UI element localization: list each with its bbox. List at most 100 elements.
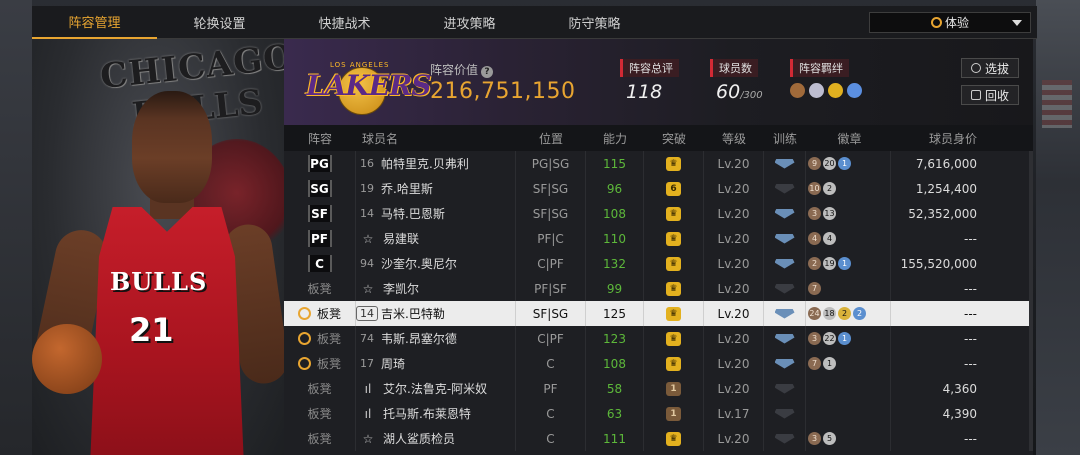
lineup-slot[interactable]: 板凳 — [284, 376, 356, 401]
player-name-cell[interactable]: ☆ 李凯尔 — [356, 276, 516, 301]
player-name-cell[interactable]: ıl 托马斯.布莱恩特 — [356, 401, 516, 426]
training-cell[interactable] — [764, 251, 806, 276]
table-row[interactable]: C 94 沙奎尔.奥尼尔 C|PF 132 ♛ Lv.20 2 19 1 155,5… — [284, 251, 1033, 276]
table-row[interactable]: 板凳 14 吉米.巴特勒 SF|SG 125 ♛ Lv.20 24 18 2 2 --… — [284, 301, 1033, 326]
training-cell[interactable] — [764, 426, 806, 451]
tab-quick-tactics[interactable]: 快捷战术 — [282, 6, 407, 39]
breakthrough-cell[interactable]: ♛ — [644, 301, 704, 326]
breakthrough-cell[interactable]: ♛ — [644, 351, 704, 376]
training-cell[interactable] — [764, 201, 806, 226]
player-name-cell[interactable]: ☆ 湖人鲨质检员 — [356, 426, 516, 451]
badges-cell[interactable]: 3 13 — [806, 201, 891, 226]
breakthrough-cell[interactable]: ♛ — [644, 326, 704, 351]
col-position[interactable]: 位置 — [516, 125, 586, 151]
chemistry-blue-icon[interactable] — [847, 83, 862, 98]
breakthrough-cell[interactable]: ♛ — [644, 251, 704, 276]
badges-cell[interactable] — [806, 401, 891, 426]
lineup-slot[interactable]: 板凳 — [284, 326, 356, 351]
training-cell[interactable] — [764, 301, 806, 326]
badges-cell[interactable]: 10 2 — [806, 176, 891, 201]
table-scrollbar[interactable] — [1029, 151, 1033, 451]
col-name[interactable]: 球员名 — [356, 125, 516, 151]
col-lineup[interactable]: 阵容 — [284, 125, 356, 151]
training-cell[interactable] — [764, 226, 806, 251]
badge-icon: 2 — [838, 307, 851, 320]
breakthrough-cell[interactable]: 1 — [644, 376, 704, 401]
player-name-cell[interactable]: 74 韦斯.昂塞尔德 — [356, 326, 516, 351]
badges-cell[interactable]: 35 — [806, 426, 891, 451]
player-price: --- — [964, 331, 977, 346]
lineup-slot[interactable]: 板凳 — [284, 426, 356, 451]
table-row[interactable]: 板凳 ☆ 李凯尔 PF|SF 99 ♛ Lv.20 7 --- — [284, 276, 1033, 301]
breakthrough-cell[interactable]: ♛ — [644, 151, 704, 176]
tab-rotation-settings[interactable]: 轮换设置 — [157, 6, 282, 39]
lineup-slot[interactable]: PG — [284, 151, 356, 176]
player-name-cell[interactable]: 14 吉米.巴特勒 — [356, 301, 516, 326]
help-icon[interactable]: ? — [481, 66, 494, 78]
crown-icon: 6 — [666, 181, 681, 196]
chevron-down-icon — [1012, 20, 1022, 26]
col-badges[interactable]: 徽章 — [806, 125, 891, 151]
badges-cell[interactable]: 9 20 1 — [806, 151, 891, 176]
table-row[interactable]: 板凳 ☆ 湖人鲨质检员 C 111 ♛ Lv.20 35 --- — [284, 426, 1033, 451]
tab-offense-strategy[interactable]: 进攻策略 — [407, 6, 532, 39]
table-row[interactable]: SF 14 马特.巴恩斯 SF|SG 108 ♛ Lv.20 3 13 52,35… — [284, 201, 1033, 226]
breakthrough-cell[interactable]: ♛ — [644, 201, 704, 226]
player-name-cell[interactable]: 17 周琦 — [356, 351, 516, 376]
col-ability[interactable]: 能力 — [586, 125, 644, 151]
player-name-cell[interactable]: 14 马特.巴恩斯 — [356, 201, 516, 226]
training-cell[interactable] — [764, 401, 806, 426]
player-name-cell[interactable]: 94 沙奎尔.奥尼尔 — [356, 251, 516, 276]
table-row[interactable]: 板凳 ıl 托马斯.布莱恩特 C 63 1 Lv.17 4,390 — [284, 401, 1033, 426]
breakthrough-cell[interactable]: ♛ — [644, 226, 704, 251]
player-name-cell[interactable]: 19 乔.哈里斯 — [356, 176, 516, 201]
lineup-slot[interactable]: PF — [284, 226, 356, 251]
lineup-slot[interactable]: SG — [284, 176, 356, 201]
chemistry-gold-icon[interactable] — [828, 83, 843, 98]
badges-cell[interactable]: 2 19 1 — [806, 251, 891, 276]
col-price[interactable]: 球员身价 — [891, 125, 993, 151]
lineup-slot[interactable]: 板凳 — [284, 351, 356, 376]
breakthrough-cell[interactable]: 6 — [644, 176, 704, 201]
mode-dropdown[interactable]: 体验 — [869, 12, 1031, 33]
badges-cell[interactable]: 7 — [806, 276, 891, 301]
badges-cell[interactable]: 44 — [806, 226, 891, 251]
badges-cell[interactable]: 24 18 2 2 — [806, 301, 891, 326]
badges-cell[interactable] — [806, 376, 891, 401]
breakthrough-cell[interactable]: 1 — [644, 401, 704, 426]
tab-lineup-management[interactable]: 阵容管理 — [32, 6, 157, 39]
table-row[interactable]: SG 19 乔.哈里斯 SF|SG 96 6 Lv.20 10 2 1,254,4… — [284, 176, 1033, 201]
lineup-slot[interactable]: SF — [284, 201, 356, 226]
chemistry-silver-icon[interactable] — [809, 83, 824, 98]
training-cell[interactable] — [764, 351, 806, 376]
table-row[interactable]: 板凳 ıl 艾尔.法鲁克-阿米奴 PF 58 1 Lv.20 4,360 — [284, 376, 1033, 401]
training-cell[interactable] — [764, 326, 806, 351]
lineup-slot[interactable]: 板凳 — [284, 276, 356, 301]
col-training[interactable]: 训练 — [764, 125, 806, 151]
training-cell[interactable] — [764, 151, 806, 176]
recycle-button[interactable]: 回收 — [961, 85, 1019, 105]
table-row[interactable]: PF ☆ 易建联 PF|C 110 ♛ Lv.20 44 --- — [284, 226, 1033, 251]
player-name: 帕特里克.贝弗利 — [381, 157, 469, 171]
player-name-cell[interactable]: ☆ 易建联 — [356, 226, 516, 251]
badges-cell[interactable]: 3 22 1 — [806, 326, 891, 351]
breakthrough-cell[interactable]: ♛ — [644, 276, 704, 301]
table-row[interactable]: PG 16 帕特里克.贝弗利 PG|SG 115 ♛ Lv.20 9 20 1 7,… — [284, 151, 1033, 176]
training-cell[interactable] — [764, 276, 806, 301]
player-name-cell[interactable]: 16 帕特里克.贝弗利 — [356, 151, 516, 176]
lineup-slot[interactable]: 板凳 — [284, 401, 356, 426]
training-cell[interactable] — [764, 376, 806, 401]
col-breakthrough[interactable]: 突破 — [644, 125, 704, 151]
col-level[interactable]: 等级 — [704, 125, 764, 151]
tab-defense-strategy[interactable]: 防守策略 — [532, 6, 657, 39]
chemistry-bronze-icon[interactable] — [790, 83, 805, 98]
player-name-cell[interactable]: ıl 艾尔.法鲁克-阿米奴 — [356, 376, 516, 401]
table-row[interactable]: 板凳 74 韦斯.昂塞尔德 C|PF 123 ♛ Lv.20 3 22 1 --- — [284, 326, 1033, 351]
breakthrough-cell[interactable]: ♛ — [644, 426, 704, 451]
lineup-slot[interactable]: C — [284, 251, 356, 276]
badges-cell[interactable]: 71 — [806, 351, 891, 376]
select-button[interactable]: 选拔 — [961, 58, 1019, 78]
training-cell[interactable] — [764, 176, 806, 201]
lineup-slot[interactable]: 板凳 — [284, 301, 356, 326]
table-row[interactable]: 板凳 17 周琦 C 108 ♛ Lv.20 71 --- — [284, 351, 1033, 376]
